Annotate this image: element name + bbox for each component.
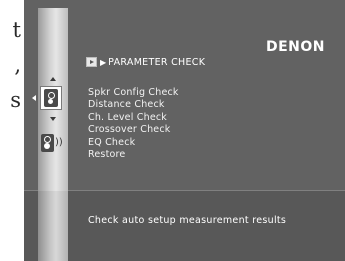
speaker-box-glyph — [41, 134, 54, 152]
menu-item-eq-check[interactable]: EQ Check — [88, 137, 179, 149]
menu-item-distance-check[interactable]: Distance Check — [88, 99, 179, 111]
page-text-fragment: t — [12, 18, 21, 42]
sound-waves-icon: )) — [55, 137, 63, 148]
brand-logo: DENON — [265, 39, 325, 55]
menu-item-restore[interactable]: Restore — [88, 149, 179, 161]
sidebar-bottom — [38, 191, 68, 261]
speaker-icon[interactable]: )) — [41, 134, 63, 152]
page-text-fragment: s — [10, 88, 21, 112]
title-arrow-icon: ▶ — [100, 57, 107, 67]
nav-up-icon[interactable] — [50, 77, 56, 81]
parameter-check-menu: Spkr Config Check Distance Check Ch. Lev… — [88, 87, 179, 161]
audyssey-setup-icon[interactable] — [40, 86, 62, 110]
menu-item-ch-level-check[interactable]: Ch. Level Check — [88, 112, 179, 124]
menu-tab-icon — [86, 57, 97, 67]
osd-screen: )) DENON ▶ PARAMETER CHECK Spkr Config C… — [24, 0, 345, 261]
menu-item-spkr-config-check[interactable]: Spkr Config Check — [88, 87, 179, 99]
nav-down-icon[interactable] — [50, 117, 56, 121]
menu-item-crossover-check[interactable]: Crossover Check — [88, 124, 179, 136]
nav-left-icon[interactable] — [32, 95, 36, 101]
status-message: Check auto setup measurement results — [88, 215, 287, 226]
page-title-text: PARAMETER CHECK — [108, 56, 206, 68]
speaker-mic-glyph — [44, 89, 58, 107]
status-pane — [24, 191, 345, 261]
divider — [24, 190, 345, 191]
page-title: ▶ PARAMETER CHECK — [86, 55, 205, 69]
book-page-margin: t , s — [0, 0, 24, 261]
page-text-fragment: , — [14, 53, 21, 77]
